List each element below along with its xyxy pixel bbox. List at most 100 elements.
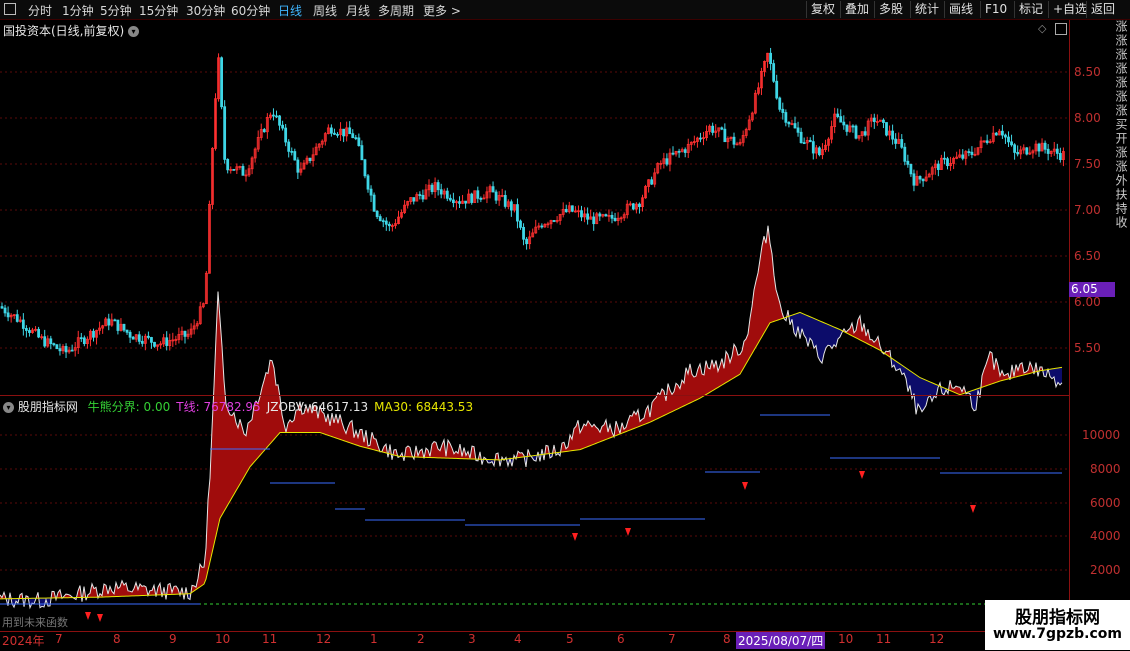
obv-fill [738,354,740,376]
obv-fill [820,321,822,364]
obv-fill [232,412,234,498]
obv-fill [828,324,830,346]
candle-body [799,131,803,144]
obv-fill [676,383,678,410]
obv-fill [584,424,586,449]
obv-fill [990,351,992,385]
candle-body [43,336,47,347]
candle-body [476,190,480,199]
obv-fill [592,424,594,445]
candle-body [125,329,129,333]
candle-body [479,197,483,200]
watermark-title: 股朋指标网 [1015,608,1100,628]
date-label: 10 [215,632,231,646]
obv-fill [834,327,836,347]
jzobv-line [0,225,1063,610]
obv-fill [1060,367,1062,385]
candle-body [451,199,455,204]
candle-body [851,125,855,128]
obv-fill [596,427,598,444]
obv-fill [734,344,736,378]
candle-body [183,330,187,337]
obv-fill [236,422,238,491]
candle-body [436,182,440,191]
indicator-name: 股朋指标网 [17,400,78,414]
obv-fill [588,420,590,447]
obv-fill [830,325,832,349]
candle-body [354,137,358,140]
side-signal-text: 涨涨涨涨涨涨涨买开涨涨外扶持收 [1114,20,1128,230]
candle-body [363,159,367,177]
candle-body [882,119,885,123]
price-tick-label: 8.00 [1074,111,1101,125]
candle-body [784,112,788,123]
indicator-value-1: T线: 76782.95 [176,400,261,414]
watermark-url: www.7gpzb.com [992,626,1122,642]
candle-body [58,348,62,352]
price-chart[interactable] [0,0,1130,650]
obv-fill [472,446,474,460]
candle-body [308,157,312,162]
obv-fill [230,414,232,502]
candle-body [150,337,153,343]
date-label: 2025/08/07/四 [736,632,826,649]
obv-fill [248,421,250,471]
obv-fill [226,404,228,508]
candle-body [113,319,117,322]
candle-body [1043,142,1047,150]
candle-body [28,330,31,333]
date-label: 6 [617,632,625,646]
candle-body [372,194,376,212]
candle-body [854,125,858,139]
date-label: 4 [514,632,522,646]
candle-body [284,127,288,143]
obv-fill [764,236,766,334]
candle-body [732,136,736,145]
candle-body [421,194,425,200]
date-label: 7 [55,632,63,646]
candle-body [775,80,779,99]
chevron-down-icon[interactable]: ▾ [3,402,14,413]
obv-fill [250,419,252,467]
candle-body [165,337,169,346]
candle-body [128,331,132,338]
candle-body [439,189,443,195]
candle-body [1058,153,1062,160]
candle-body [92,330,95,338]
candle-body [329,127,333,134]
candle-body [921,178,925,182]
candle-body [836,113,840,118]
obv-fill [302,413,304,433]
price-tick-label: 5.50 [1074,341,1101,355]
obv-fill [262,380,264,454]
candle-body [448,197,452,201]
candle-body [650,179,654,185]
candle-body [1004,134,1007,138]
obv-fill [814,318,816,349]
obv-fill [692,374,694,403]
candle-body [793,123,797,129]
price-tick-label: 6.50 [1074,249,1101,263]
obv-fill [238,419,240,488]
date-label: 3 [468,632,476,646]
candle-body [671,152,675,155]
candle-body [522,226,525,240]
candle-body [683,149,687,153]
obv-fill [726,351,728,383]
candle-body [146,335,150,338]
candle-body [470,193,474,203]
signal-arrow [97,614,103,622]
candle-body [6,312,10,318]
date-label: 10 [838,632,854,646]
date-label: 1 [370,632,378,646]
candle-body [70,349,74,352]
candle-body [0,306,4,309]
obv-fill [630,415,632,431]
candle-body [116,319,120,331]
candle-body [491,186,495,193]
candle-body [970,151,974,155]
candle-body [586,213,589,220]
candle-body [223,106,227,160]
candle-body [961,154,965,159]
candle-body [360,145,364,161]
